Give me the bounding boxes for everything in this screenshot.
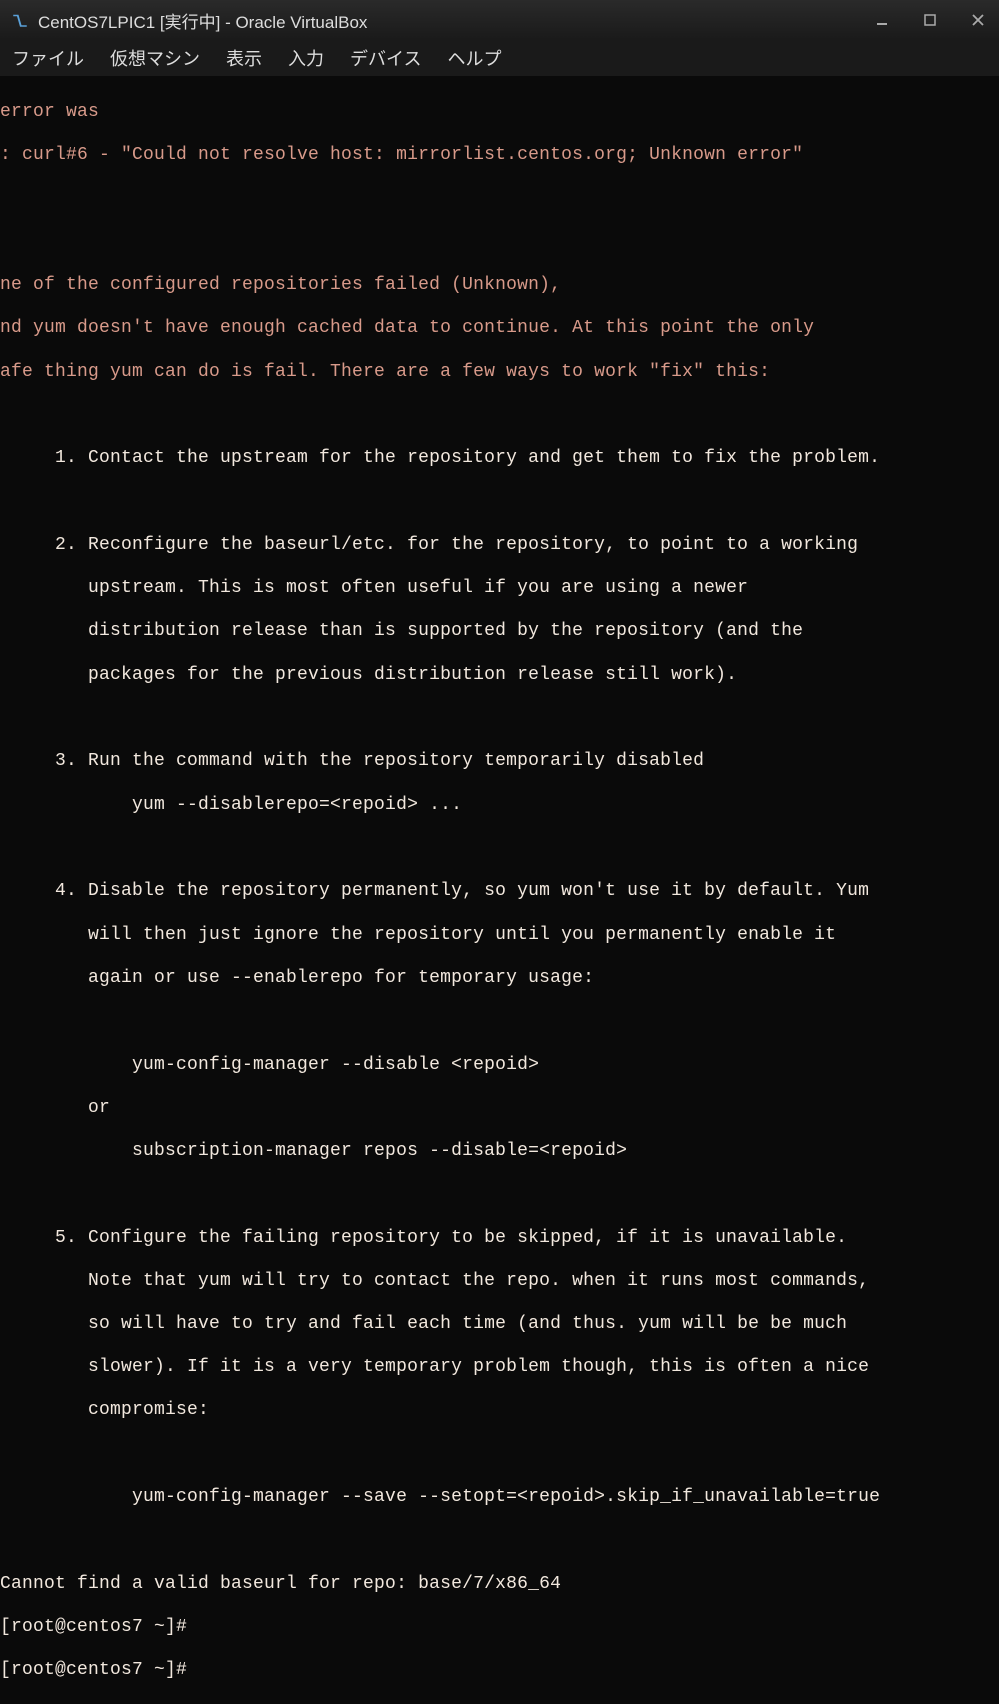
term-blank [0,492,999,514]
term-line: 1. Contact the upstream for the reposito… [0,448,999,470]
term-line: 4. Disable the repository permanently, s… [0,881,999,903]
shell-prompt: [root@centos7 ~]# [0,1617,999,1639]
term-line: compromise: [0,1400,999,1422]
menu-machine[interactable]: 仮想マシン [104,41,206,75]
term-line: : curl#6 - "Could not resolve host: mirr… [0,145,999,167]
term-blank [0,838,999,860]
term-blank [0,1184,999,1206]
maximize-button[interactable] [921,11,939,29]
term-blank [0,232,999,254]
minimize-button[interactable] [873,11,891,29]
term-blank [0,1530,999,1552]
menu-help[interactable]: ヘルプ [441,41,507,75]
term-line: again or use --enablerepo for temporary … [0,968,999,990]
term-line: yum-config-manager --disable <repoid> [0,1055,999,1077]
window-title: CentOS7LPIC1 [実行中] - Oracle VirtualBox [38,8,367,33]
term-line: upstream. This is most often useful if y… [0,578,999,600]
term-line: 2. Reconfigure the baseurl/etc. for the … [0,535,999,557]
term-line: ne of the configured repositories failed… [0,275,999,297]
term-line: yum --disablerepo=<repoid> ... [0,795,999,817]
term-blank [0,188,999,210]
term-line: distribution release than is supported b… [0,621,999,643]
term-line: or [0,1098,999,1120]
menu-view[interactable]: 表示 [220,41,268,75]
term-line: 3. Run the command with the repository t… [0,751,999,773]
virtualbox-icon [10,10,30,30]
window-titlebar: CentOS7LPIC1 [実行中] - Oracle VirtualBox [0,0,999,40]
term-line: Cannot find a valid baseurl for repo: ba… [0,1574,999,1596]
term-line: afe thing yum can do is fail. There are … [0,362,999,384]
term-line: slower). If it is a very temporary probl… [0,1357,999,1379]
shell-prompt: [root@centos7 ~]# [0,1660,999,1682]
term-line: yum-config-manager --save --setopt=<repo… [0,1487,999,1509]
term-line: error was [0,102,999,124]
term-line: packages for the previous distribution r… [0,665,999,687]
term-blank [0,1011,999,1033]
menu-input[interactable]: 入力 [282,41,330,75]
menu-file[interactable]: ファイル [6,41,90,75]
term-line: so will have to try and fail each time (… [0,1314,999,1336]
term-line: subscription-manager repos --disable=<re… [0,1141,999,1163]
term-blank [0,405,999,427]
term-blank [0,1444,999,1466]
term-line: nd yum doesn't have enough cached data t… [0,318,999,340]
menu-devices[interactable]: デバイス [344,41,427,75]
term-line: Note that yum will try to contact the re… [0,1271,999,1293]
term-line: will then just ignore the repository unt… [0,925,999,947]
window-controls [873,11,987,29]
term-line: 5. Configure the failing repository to b… [0,1228,999,1250]
close-button[interactable] [969,11,987,29]
term-blank [0,708,999,730]
terminal-output[interactable]: error was : curl#6 - "Could not resolve … [0,76,999,1704]
menubar: ファイル 仮想マシン 表示 入力 デバイス ヘルプ [0,40,999,76]
